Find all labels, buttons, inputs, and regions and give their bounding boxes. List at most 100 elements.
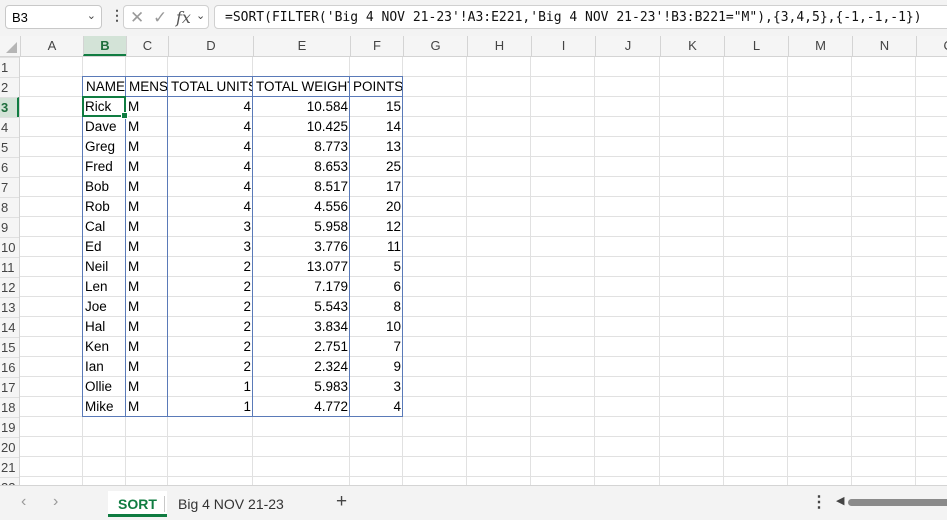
row-header-6[interactable]: 6 (0, 157, 19, 177)
row-header-9[interactable]: 9 (0, 217, 19, 237)
table-cell[interactable]: 4 (168, 117, 253, 137)
table-cell[interactable]: 2 (168, 357, 253, 377)
table-cell[interactable]: 25 (350, 157, 403, 177)
table-cell[interactable]: 5.983 (253, 377, 350, 397)
table-header-cell[interactable]: TOTAL WEIGHT (253, 77, 350, 97)
table-cell[interactable]: Len (83, 277, 126, 297)
table-cell[interactable]: 2 (168, 317, 253, 337)
table-header-cell[interactable]: MENS (126, 77, 168, 97)
tab-sort[interactable]: SORT (108, 491, 167, 517)
column-header-j[interactable]: J (595, 36, 660, 56)
row-header-19[interactable]: 19 (0, 417, 19, 437)
table-cell[interactable]: 3.834 (253, 317, 350, 337)
table-cell[interactable]: 3 (168, 237, 253, 257)
table-cell[interactable]: M (126, 97, 168, 117)
column-header-i[interactable]: I (531, 36, 595, 56)
table-cell[interactable]: 17 (350, 177, 403, 197)
row-header-1[interactable]: 1 (0, 57, 19, 77)
column-header-n[interactable]: N (852, 36, 916, 56)
table-cell[interactable]: M (126, 337, 168, 357)
table-cell[interactable]: 7 (350, 337, 403, 357)
column-header-l[interactable]: L (724, 36, 788, 56)
table-header-cell[interactable]: TOTAL UNITS (168, 77, 253, 97)
table-cell[interactable]: 2 (168, 277, 253, 297)
column-header-k[interactable]: K (660, 36, 724, 56)
table-cell[interactable]: 1 (168, 397, 253, 417)
table-cell[interactable]: Ian (83, 357, 126, 377)
column-header-g[interactable]: G (403, 36, 467, 56)
row-header-15[interactable]: 15 (0, 337, 19, 357)
column-header-d[interactable]: D (168, 36, 253, 56)
table-cell[interactable]: M (126, 177, 168, 197)
row-header-22[interactable]: 22 (0, 477, 19, 485)
table-cell[interactable]: 2 (168, 337, 253, 357)
table-cell[interactable]: 2 (168, 297, 253, 317)
tab-big-4-nov[interactable]: Big 4 NOV 21-23 (178, 491, 284, 517)
horizontal-scrollbar[interactable]: ◀ (832, 495, 947, 508)
formula-input[interactable]: =SORT(FILTER('Big 4 NOV 21-23'!A3:E221,'… (214, 5, 947, 29)
prev-sheet-icon[interactable]: ‹ (21, 493, 26, 511)
column-header-a[interactable]: A (20, 36, 83, 56)
column-header-e[interactable]: E (253, 36, 350, 56)
row-header-3[interactable]: 3 (0, 97, 19, 117)
table-cell[interactable]: 5.958 (253, 217, 350, 237)
table-cell[interactable]: 8 (350, 297, 403, 317)
table-cell[interactable]: Ken (83, 337, 126, 357)
table-cell[interactable]: M (126, 377, 168, 397)
table-cell[interactable]: Ed (83, 237, 126, 257)
table-cell[interactable]: 20 (350, 197, 403, 217)
table-cell[interactable]: M (126, 317, 168, 337)
row-header-13[interactable]: 13 (0, 297, 19, 317)
row-header-11[interactable]: 11 (0, 257, 19, 277)
table-cell[interactable]: 8.773 (253, 137, 350, 157)
row-header-8[interactable]: 8 (0, 197, 19, 217)
table-cell[interactable]: Fred (83, 157, 126, 177)
row-header-14[interactable]: 14 (0, 317, 19, 337)
enter-icon[interactable]: ✓ (153, 8, 167, 28)
table-cell[interactable]: Greg (83, 137, 126, 157)
insert-function-icon[interactable]: fx (176, 8, 191, 27)
column-header-c[interactable]: C (126, 36, 168, 56)
table-cell[interactable]: Rob (83, 197, 126, 217)
column-header-o[interactable]: O (916, 36, 947, 56)
table-cell[interactable]: M (126, 297, 168, 317)
chevron-down-icon[interactable]: ⌄ (87, 9, 96, 22)
table-cell[interactable]: Dave (83, 117, 126, 137)
table-cell[interactable]: Ollie (83, 377, 126, 397)
table-cell[interactable]: 3 (350, 377, 403, 397)
table-cell[interactable]: 1 (168, 377, 253, 397)
table-cell[interactable]: 7.179 (253, 277, 350, 297)
row-header-5[interactable]: 5 (0, 137, 19, 157)
table-cell[interactable]: 14 (350, 117, 403, 137)
row-header-7[interactable]: 7 (0, 177, 19, 197)
table-cell[interactable]: M (126, 137, 168, 157)
next-sheet-icon[interactable]: › (53, 493, 58, 511)
table-cell[interactable]: 3 (168, 217, 253, 237)
row-header-4[interactable]: 4 (0, 117, 19, 137)
column-header-f[interactable]: F (350, 36, 403, 56)
more-options-icon[interactable]: ⋮ (811, 492, 827, 512)
name-box[interactable]: B3 ⌄ (5, 5, 102, 29)
table-cell[interactable]: 15 (350, 97, 403, 117)
table-cell[interactable]: Cal (83, 217, 126, 237)
table-cell[interactable]: 2.751 (253, 337, 350, 357)
table-cell[interactable]: 4.772 (253, 397, 350, 417)
table-cell[interactable]: 9 (350, 357, 403, 377)
table-cell[interactable]: M (126, 277, 168, 297)
column-header-m[interactable]: M (788, 36, 852, 56)
table-cell[interactable]: 10.425 (253, 117, 350, 137)
row-header-18[interactable]: 18 (0, 397, 19, 417)
table-cell[interactable]: 5.543 (253, 297, 350, 317)
row-header-16[interactable]: 16 (0, 357, 19, 377)
table-cell[interactable]: Joe (83, 297, 126, 317)
column-header-h[interactable]: H (467, 36, 531, 56)
table-cell[interactable]: Bob (83, 177, 126, 197)
table-cell[interactable]: 10 (350, 317, 403, 337)
table-cell[interactable]: 13.077 (253, 257, 350, 277)
table-cell[interactable]: M (126, 237, 168, 257)
cancel-icon[interactable]: ✕ (130, 8, 144, 28)
table-header-cell[interactable]: POINTS (350, 77, 403, 97)
table-cell[interactable]: M (126, 157, 168, 177)
row-header-12[interactable]: 12 (0, 277, 19, 297)
table-cell[interactable]: M (126, 357, 168, 377)
